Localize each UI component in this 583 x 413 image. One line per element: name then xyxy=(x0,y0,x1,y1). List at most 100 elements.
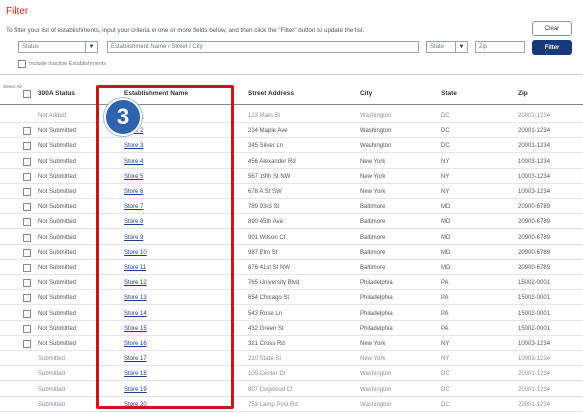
include-inactive-checkbox[interactable] xyxy=(18,60,26,68)
row-zip: 10003-1234 xyxy=(518,341,551,347)
state-select[interactable]: State ▼ xyxy=(426,41,468,53)
row-status: Not Submitted xyxy=(38,325,77,332)
table-row[interactable]: Not Submitted Store 10 987 Elm St Baltimore… xyxy=(0,246,583,260)
row-street: 765 University Blvd xyxy=(248,280,300,287)
row-city: Philadelphia xyxy=(360,325,393,332)
row-checkbox[interactable] xyxy=(23,309,31,318)
row-city: New York xyxy=(360,341,386,347)
row-checkbox[interactable] xyxy=(23,188,31,196)
header-state[interactable]: State xyxy=(441,90,457,97)
row-checkbox[interactable] xyxy=(23,279,31,288)
row-zip: 10003-1234 xyxy=(518,158,551,165)
table-row[interactable]: Submitted Store 18 109 Center Dr Washington… xyxy=(0,367,583,382)
table-row[interactable]: Not Submitted Store 8 890 45th Ave Baltimor… xyxy=(0,215,583,230)
row-zip: 20900-6789 xyxy=(518,204,551,211)
row-checkbox[interactable] xyxy=(23,172,31,181)
table-row[interactable]: Not Submitted Store 15 432 Green St Philade… xyxy=(0,322,583,336)
filter-description: To filter your list of establishments, i… xyxy=(6,27,365,34)
table-row[interactable]: Not Submitted Store 9 901 Wilson Ct Baltimo… xyxy=(0,231,583,245)
row-checkbox[interactable] xyxy=(23,324,31,333)
row-checkbox[interactable] xyxy=(23,203,31,212)
row-status: Not Submitted xyxy=(38,128,77,135)
header-status[interactable]: 300A Status xyxy=(38,90,75,97)
table-row[interactable]: Not Submitted Store 11 876 41st St NW Balti… xyxy=(0,261,583,275)
row-status: Not Submitted xyxy=(38,234,77,241)
row-street: 321 Cross Rd xyxy=(248,341,285,347)
table-row[interactable]: Not Submitted Store 6 678 A St SW New York N… xyxy=(0,185,583,199)
row-street: 345 Silver Ln xyxy=(248,143,284,150)
table-row[interactable]: Submitted Store 20 753 Lamp Post Rd Washing… xyxy=(0,398,583,412)
table-row[interactable]: Not Submitted Store 14 543 Rose Ln Philadel… xyxy=(0,307,583,321)
table-row[interactable]: Not Submitted Store 7 789 93rd St Baltimore… xyxy=(0,200,583,215)
row-checkbox[interactable] xyxy=(23,127,31,136)
clear-button[interactable]: Clear xyxy=(532,21,572,36)
row-city: Baltimore xyxy=(360,204,386,211)
row-zip: 20900-6789 xyxy=(518,234,551,241)
row-city: Baltimore xyxy=(360,249,386,256)
table-row[interactable]: Submitted Store 19 807 Dogwood Ct Washingto… xyxy=(0,383,583,397)
row-zip: 15002-0001 xyxy=(518,325,551,332)
row-street: 456 Alexander Rd xyxy=(248,158,296,165)
filter-button[interactable]: Filter xyxy=(532,40,572,55)
select-all-label: Select All xyxy=(3,84,22,89)
row-city: Washington xyxy=(360,143,392,150)
row-state: NY xyxy=(441,189,450,195)
establishment-search-input[interactable]: Establishment Name / Street / City xyxy=(107,41,419,53)
table-row[interactable]: Not Submitted Store 12 765 University Blvd… xyxy=(0,276,583,291)
status-select[interactable]: Status ▼ xyxy=(18,41,98,53)
row-zip: 15002-0001 xyxy=(518,310,551,317)
row-street: 753 Lamp Post Rd xyxy=(248,401,298,408)
row-status: Submitted xyxy=(38,401,66,408)
row-state: NY xyxy=(441,356,450,363)
zip-placeholder: Zip xyxy=(479,44,488,50)
step-badge: 3 xyxy=(104,98,142,136)
row-state: NY xyxy=(441,158,450,165)
row-zip: 15002-0001 xyxy=(518,295,551,302)
row-street: 789 93rd St xyxy=(248,204,280,211)
row-zip: 20900-6789 xyxy=(518,219,551,226)
row-status: Not Submitted xyxy=(38,173,77,180)
header-zip[interactable]: Zip xyxy=(518,90,528,97)
row-checkbox[interactable] xyxy=(23,294,31,303)
select-all-checkbox[interactable] xyxy=(23,90,31,98)
table-row[interactable]: Not Submitted Store 4 456 Alexander Rd New … xyxy=(0,155,583,169)
table-row[interactable]: Not Submitted Store 5 567 19th St NW New Yo… xyxy=(0,170,583,184)
chevron-down-icon: ▼ xyxy=(455,42,467,52)
row-street: 432 Green St xyxy=(248,325,284,332)
row-state: DC xyxy=(441,401,450,408)
row-city: New York xyxy=(360,158,386,165)
header-city[interactable]: City xyxy=(360,90,372,97)
row-city: Baltimore xyxy=(360,265,386,271)
row-state: DC xyxy=(441,113,450,119)
table-row[interactable]: Not SubmittedStore 2234 Maple AveWashing… xyxy=(0,124,583,139)
row-street: 234 Maple Ave xyxy=(248,128,288,135)
row-checkbox[interactable] xyxy=(23,264,31,272)
row-checkbox[interactable] xyxy=(23,233,31,242)
row-state: PA xyxy=(441,295,449,302)
row-checkbox[interactable] xyxy=(23,142,31,151)
row-zip: 20001-1234 xyxy=(518,386,551,393)
row-state: MD xyxy=(441,265,451,271)
establishment-search-placeholder: Establishment Name / Street / City xyxy=(111,44,203,50)
zip-input[interactable]: Zip xyxy=(475,41,525,53)
row-street: 543 Rose Ln xyxy=(248,310,283,317)
row-street: 109 Center Dr xyxy=(248,371,286,378)
row-checkbox[interactable] xyxy=(23,340,31,348)
row-checkbox[interactable] xyxy=(23,218,31,227)
table-row[interactable]: Not Submitted Store 13 654 Chicago St Phila… xyxy=(0,291,583,306)
table-row[interactable]: Not AddedStore 1123 Main StWashingtonDC2… xyxy=(0,109,583,123)
row-zip: 20900-6789 xyxy=(518,265,551,271)
include-inactive-option[interactable]: Include Inactive Establishments xyxy=(18,60,106,68)
table-row[interactable]: Not Submitted Store 3 345 Silver Ln Washing… xyxy=(0,139,583,154)
row-status: Not Submitted xyxy=(38,341,77,347)
table-row[interactable]: Not Submitted Store 16 321 Cross Rd New Yor… xyxy=(0,337,583,351)
row-street: 654 Chicago St xyxy=(248,295,290,302)
row-checkbox[interactable] xyxy=(23,248,31,257)
row-state: MD xyxy=(441,249,451,256)
row-city: Philadelphia xyxy=(360,295,393,302)
row-checkbox[interactable] xyxy=(23,157,31,166)
row-status: Not Submitted xyxy=(38,280,77,287)
table-row[interactable]: Submitted Store 17 210 State St New York NY 1… xyxy=(0,352,583,367)
header-street-address[interactable]: Street Address xyxy=(248,90,294,97)
row-city: Philadelphia xyxy=(360,310,393,317)
